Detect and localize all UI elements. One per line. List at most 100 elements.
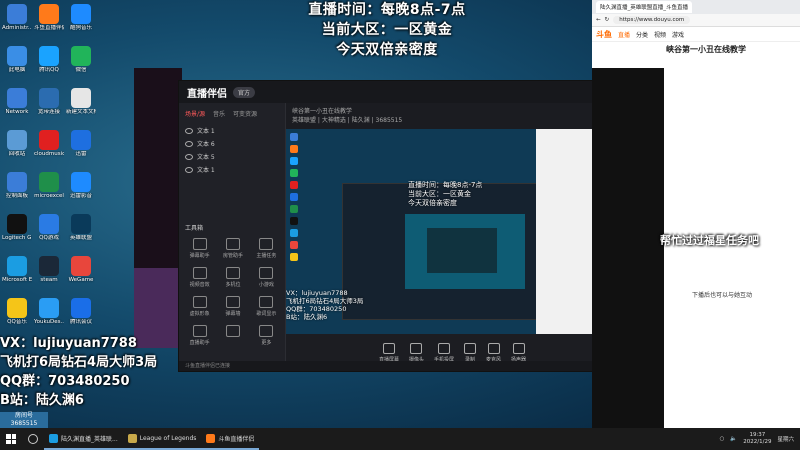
tool-lyrics[interactable]: 歌词显示 xyxy=(250,296,283,317)
app-titlebar[interactable]: 直播伴侣 官方 xyxy=(179,81,619,103)
desktop-icon[interactable]: steam xyxy=(34,256,64,284)
desktop-icon-label: 腾讯会议 xyxy=(69,319,92,325)
desktop-icon[interactable]: 控制面板 xyxy=(2,172,32,200)
desktop-icon[interactable]: Administr... xyxy=(2,4,32,32)
desktop-icon[interactable]: microexcel xyxy=(34,172,64,200)
refresh-icon[interactable]: ↻ xyxy=(605,17,610,23)
tool-download[interactable] xyxy=(216,325,249,346)
record-button[interactable]: 录制 xyxy=(464,342,476,363)
desktop-icon[interactable]: 英雄联盟 xyxy=(66,214,96,242)
desktop-icon[interactable]: QQ游戏 xyxy=(34,214,64,242)
scene-item[interactable]: 文本 6 xyxy=(179,137,285,150)
taskbar-app[interactable]: 斗鱼直播伴侣 xyxy=(201,428,260,450)
tab-music[interactable]: 音乐 xyxy=(213,109,225,118)
tool-label: 歌词显示 xyxy=(256,311,277,317)
desktop-icon[interactable]: Microsoft Edge xyxy=(2,256,32,284)
tool-label: 主播任务 xyxy=(256,253,277,259)
youku-icon xyxy=(39,298,59,318)
mic-button[interactable]: 麦克风 xyxy=(486,342,501,363)
tool-more[interactable]: 更多 xyxy=(250,325,283,346)
eye-icon[interactable] xyxy=(185,166,193,173)
app-version-pill[interactable]: 官方 xyxy=(233,86,256,98)
eye-icon[interactable] xyxy=(185,140,193,147)
start-button[interactable] xyxy=(0,428,22,450)
tool-multicam[interactable]: 多机位 xyxy=(216,267,249,288)
scene-item[interactable]: 文本 1 xyxy=(179,163,285,176)
desktop-icon[interactable]: QQ音乐 xyxy=(2,298,32,326)
speaker-button[interactable]: 扬声器 xyxy=(511,342,526,363)
desktop-icon-label: 斗鱼直播伴侣 xyxy=(34,25,64,31)
tool-minigame[interactable]: 小游戏 xyxy=(250,267,283,288)
stream-preview[interactable]: 直播时间：每晚8点-7点 当前大区：一区黄金 今天双倍亲密度 VX：lujiuy… xyxy=(286,129,619,334)
phone-cast-button[interactable]: 手机投屏 xyxy=(434,342,454,363)
scene-item[interactable]: 文本 5 xyxy=(179,150,285,163)
desktop-icon[interactable]: 微信 xyxy=(66,46,96,74)
desktop-icon[interactable]: WeGame xyxy=(66,256,96,284)
clock-date: 2022/1/29 xyxy=(743,439,772,445)
nav-item-video[interactable]: 视频 xyxy=(654,30,666,39)
nav-item-live[interactable]: 直播 xyxy=(618,30,630,39)
tool-tasks[interactable]: 主播任务 xyxy=(250,238,283,259)
tool-label: 虚拟形象 xyxy=(189,311,210,317)
taskbar-app-label: 陆久渊直播_英雄联... xyxy=(61,435,118,443)
browser-tab[interactable]: 陆久渊直播_英雄联盟直播_斗鱼直播 xyxy=(596,1,693,13)
text-doc-icon xyxy=(71,88,91,108)
desktop-icon-label: Logitech G HUB xyxy=(2,235,32,241)
clock[interactable]: 19:37 2022/1/29 xyxy=(743,432,771,446)
desktop-icon[interactable]: cloudmusic xyxy=(34,130,64,158)
browser-window[interactable]: 陆久渊直播_英雄联盟直播_斗鱼直播 ← ↻ https://www.douyu.… xyxy=(592,0,800,440)
live-player[interactable] xyxy=(592,68,664,440)
desktop-icon[interactable]: 斗鱼直播伴侣 xyxy=(34,4,64,32)
desktop-icon[interactable]: 回收站 xyxy=(2,130,32,158)
tab-scenes[interactable]: 场景/源 xyxy=(185,109,205,118)
desktop-icon[interactable]: 腾讯会议 xyxy=(66,298,96,326)
network-icon[interactable]: ○ xyxy=(720,436,725,442)
eye-icon[interactable] xyxy=(185,153,193,160)
speaker-icon xyxy=(512,342,525,354)
back-icon[interactable]: ← xyxy=(596,17,601,23)
overlay-stream-time: 直播时间：每晚8点-7点 xyxy=(308,2,466,18)
tool-danmu[interactable]: 弹幕助手 xyxy=(183,238,216,259)
chat-panel[interactable] xyxy=(666,68,800,440)
microphone-icon xyxy=(487,342,500,354)
tool-sfx[interactable]: 视频音效 xyxy=(183,267,216,288)
eye-icon[interactable] xyxy=(185,127,193,134)
room-title: 峡谷第一小丑在线教学 xyxy=(666,45,746,54)
desktop-icon[interactable]: 迅雷影音 xyxy=(66,172,96,200)
nav-item-category[interactable]: 分类 xyxy=(636,30,648,39)
tool-danmu-wall[interactable]: 弹幕墙 xyxy=(216,296,249,317)
desktop-icon[interactable]: 新建文本文档 xyxy=(66,88,96,116)
search-icon[interactable] xyxy=(28,434,38,444)
volume-icon[interactable]: 🔈 xyxy=(730,436,737,442)
tool-avatar[interactable]: 虚拟形象 xyxy=(183,296,216,317)
desktop-icon[interactable]: 迅雷 xyxy=(66,130,96,158)
preview-line: 直播时间：每晚8点-7点 xyxy=(408,181,483,189)
tool-label: 更多 xyxy=(261,340,272,346)
tab-resources[interactable]: 可变资源 xyxy=(233,109,257,118)
desktop-icon[interactable]: Logitech G HUB xyxy=(2,214,32,242)
streamer-app-window[interactable]: 直播伴侣 官方 场景/源 音乐 可变资源 文本 1 文本 6 文本 5 文本 1… xyxy=(178,80,620,372)
desktop-icon[interactable]: 宽带连接 xyxy=(34,88,64,116)
preview-line: 飞机打6局钻石4局大师3局 xyxy=(286,297,364,305)
room-title[interactable]: 峡谷第一小丑在线教学 xyxy=(292,107,613,116)
league-client-window[interactable] xyxy=(134,68,182,348)
scene-item[interactable]: 文本 1 xyxy=(179,124,285,137)
camera-button[interactable]: 摄像头 xyxy=(409,342,424,363)
site-logo[interactable]: 斗鱼 xyxy=(596,29,612,40)
desktop-icon-label: Network xyxy=(5,109,29,115)
tool-room-admin[interactable]: 房管助手 xyxy=(216,238,249,259)
desktop-icon[interactable]: Network xyxy=(2,88,32,116)
record-icon xyxy=(464,342,476,354)
room-header: 峡谷第一小丑在线教学 xyxy=(666,44,800,55)
screen-button[interactable]: 直播屏幕 xyxy=(379,342,399,363)
desktop-icon[interactable]: 腾讯QQ xyxy=(34,46,64,74)
desktop-icon-label: 迅雷 xyxy=(75,151,87,157)
taskbar-app[interactable]: 陆久渊直播_英雄联... xyxy=(44,428,123,450)
taskbar-app[interactable]: League of Legends xyxy=(122,428,202,450)
tool-assistant[interactable]: 直播助手 xyxy=(183,325,216,346)
nav-item-game[interactable]: 游戏 xyxy=(672,30,684,39)
url-field[interactable]: https://www.douyu.com xyxy=(613,16,691,24)
desktop-icon[interactable]: 此电脑 xyxy=(2,46,32,74)
desktop-icon[interactable]: 酷狗音乐 xyxy=(66,4,96,32)
desktop-icon[interactable]: YoukuDes... xyxy=(34,298,64,326)
